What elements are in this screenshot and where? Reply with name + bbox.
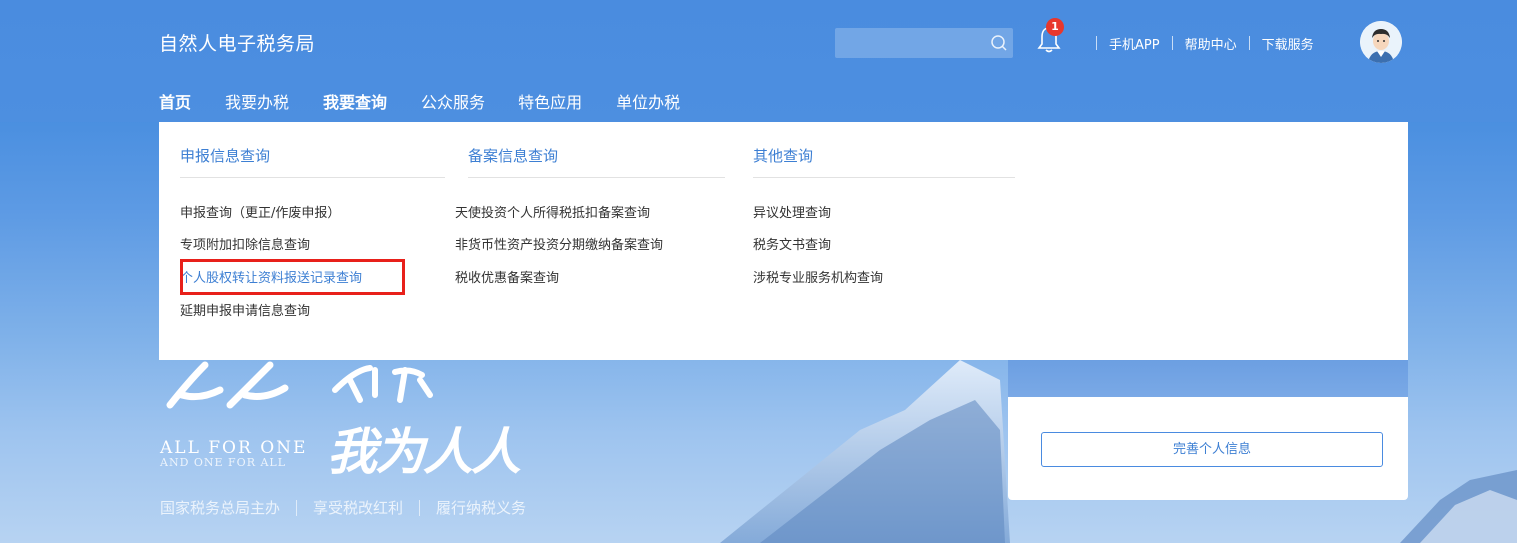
menu-item-declaration-query[interactable]: 申报查询（更正/作废申报） [180,202,340,221]
divider [419,499,421,516]
user-avatar-icon [1360,21,1402,63]
menu-item-angel-investment-query[interactable]: 天使投资个人所得税抵扣备案查询 [455,202,650,221]
menu-item-tax-agency-query[interactable]: 涉税专业服务机构查询 [753,267,883,286]
search-input[interactable] [835,28,1013,58]
slogan-chinese: 我为人人 [327,423,521,481]
divider [753,177,1015,178]
page: 自然人电子税务局 1 手机APP 帮助中心 下载服务 首页 我要办税 我要查询 … [0,0,1531,543]
nav-tax-filing[interactable]: 我要办税 [225,89,289,113]
menu-item-nonmonetary-asset-query[interactable]: 非货币性资产投资分期缴纳备案查询 [455,234,663,253]
nav-query[interactable]: 我要查询 [323,89,387,113]
divider [296,499,298,516]
column-title-other: 其他查询 [753,147,814,165]
mobile-app-link[interactable]: 手机APP [1109,34,1160,53]
menu-item-tax-document-query[interactable]: 税务文书查询 [753,234,831,253]
divider [180,177,445,178]
menu-item-special-deduction-query[interactable]: 专项附加扣除信息查询 [180,234,310,253]
menu-item-deferred-declaration-query[interactable]: 延期申报申请信息查询 [180,300,310,319]
tagline-sponsor: 国家税务总局主办 [160,499,281,517]
slogan-english-line1: ALL FOR ONE [160,438,308,458]
slogan-calligraphy [166,361,433,409]
tagline-duty: 履行纳税义务 [436,499,527,517]
search-icon[interactable] [989,33,1009,53]
complete-profile-button[interactable]: 完善个人信息 [1041,432,1383,467]
divider [1096,36,1097,50]
main-nav: 首页 我要办税 我要查询 公众服务 特色应用 单位办税 [159,89,714,113]
highlight-box [180,259,405,295]
help-center-link[interactable]: 帮助中心 [1185,34,1237,53]
column-title-filing-records: 备案信息查询 [468,147,559,165]
divider [1248,36,1250,50]
divider [468,177,725,178]
tagline: 国家税务总局主办 享受税改红利 履行纳税义务 [160,497,526,518]
divider [1171,36,1173,50]
nav-public-service[interactable]: 公众服务 [421,89,485,113]
notification-badge: 1 [1046,18,1064,36]
nav-home[interactable]: 首页 [159,89,191,113]
download-service-link[interactable]: 下载服务 [1262,34,1314,53]
top-links: 手机APP 帮助中心 下载服务 [1084,33,1314,53]
nav-company-tax[interactable]: 单位办税 [616,89,680,113]
column-title-declaration: 申报信息查询 [180,147,271,165]
site-title[interactable]: 自然人电子税务局 [159,29,315,56]
menu-item-objection-query[interactable]: 异议处理查询 [753,202,831,221]
slogan-english-line2: AND ONE FOR ALL [160,456,287,469]
card-banner-image [1008,360,1408,397]
query-dropdown-menu: 申报信息查询 申报查询（更正/作废申报） 专项附加扣除信息查询 个人股权转让资料… [159,122,1408,360]
nav-featured-apps[interactable]: 特色应用 [518,89,582,113]
tagline-benefit: 享受税改红利 [313,499,404,517]
avatar[interactable] [1360,21,1402,63]
menu-item-tax-incentive-query[interactable]: 税收优惠备案查询 [455,267,559,286]
